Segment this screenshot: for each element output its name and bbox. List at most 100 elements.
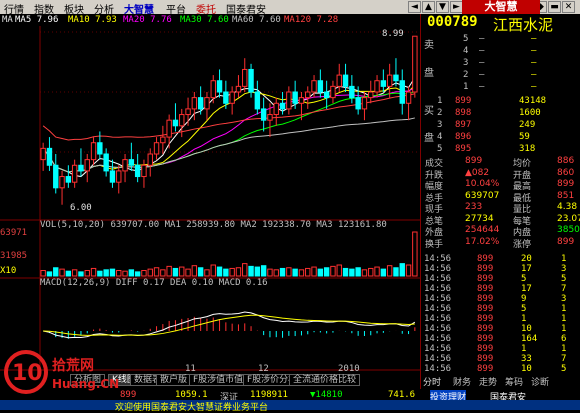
- status-change: ▼14810: [310, 390, 343, 400]
- vol-scale: X10: [0, 266, 17, 276]
- watermark-site: Huang.CN: [52, 377, 119, 391]
- stat-value: ▲082: [465, 167, 490, 178]
- stat-row: 幅度 10.04% 最高 899: [421, 179, 580, 192]
- chart-grid: [0, 26, 420, 372]
- sell-row: 2 — —: [421, 70, 580, 82]
- volume-bar: [393, 267, 399, 277]
- volume-bar: [380, 268, 387, 277]
- tick-volume: 1: [521, 314, 527, 324]
- stat-value: 385063: [557, 225, 580, 235]
- volume-bar: [53, 267, 59, 277]
- tick-count: 3: [561, 264, 567, 274]
- volume-bar: [141, 270, 147, 277]
- candle-body: [235, 85, 242, 93]
- tick-volume: 5: [521, 304, 527, 314]
- volume-bar: [336, 264, 342, 277]
- candle-body: [197, 97, 204, 110]
- tick-price: 899: [477, 294, 494, 304]
- tab-float-compare[interactable]: 全流通价格比较: [289, 374, 361, 386]
- candle-body: [223, 91, 229, 104]
- back-icon[interactable]: ◄: [408, 1, 421, 13]
- tick-count: 3: [561, 294, 567, 304]
- volume-bar: [399, 263, 405, 277]
- close-icon[interactable]: ✕: [562, 1, 575, 13]
- candle-body: [273, 102, 279, 116]
- down-icon[interactable]: ▼: [436, 1, 449, 13]
- candle-body: [210, 80, 216, 99]
- candle-body: [267, 114, 273, 121]
- candle-body: [216, 80, 223, 93]
- tick-volume: 10: [521, 324, 532, 334]
- candle-body: [97, 142, 103, 155]
- volume-bar: [210, 264, 216, 277]
- volume-bar: [361, 269, 368, 277]
- ma60-label: MA60 7.60: [232, 15, 281, 25]
- candle-body: [90, 142, 97, 161]
- menu-item-analysis[interactable]: 分析: [94, 1, 114, 16]
- sell-volume: —: [531, 58, 537, 68]
- tick-count: 1: [561, 254, 567, 264]
- tick-price: 899: [477, 324, 494, 334]
- sell-level: 1: [463, 82, 469, 92]
- kline-chart[interactable]: [0, 26, 420, 372]
- tick-volume: 33: [521, 354, 532, 364]
- tick-time: 14:56: [424, 334, 452, 344]
- tick-time: 14:56: [424, 354, 452, 364]
- candle-body: [279, 102, 286, 110]
- buy-row: 4 896 59: [421, 132, 580, 144]
- candle-body: [185, 108, 191, 116]
- candle-body: [254, 91, 261, 110]
- low-annotation: 6.00: [70, 203, 92, 213]
- menu-item-quotes[interactable]: 行情: [4, 1, 24, 16]
- menu-item-dzh[interactable]: 大智慧: [124, 1, 154, 16]
- buy-volume: 249: [519, 120, 536, 130]
- buy-row: 5 895 318: [421, 144, 580, 156]
- menu-bar: 行情 指数 板块 分析 大智慧 平台 委托 国泰君安 ◄ ▲ ▼ ► ▤ ◆ ▬…: [0, 0, 580, 16]
- svg-text:10: 10: [12, 361, 43, 386]
- tick-time: 14:56: [424, 314, 452, 324]
- volume-bar: [298, 269, 305, 277]
- stock-header: 000789 江西水泥: [421, 14, 580, 34]
- candle-body: [311, 80, 317, 93]
- volume-bar: [292, 268, 298, 277]
- buy-level: 3: [437, 120, 443, 130]
- tick-time: 14:56: [424, 284, 452, 294]
- buy-price: 895: [455, 144, 472, 154]
- menu-item-broker[interactable]: 国泰君安: [226, 1, 266, 16]
- tick-price: 899: [477, 264, 494, 274]
- candle-body: [65, 176, 72, 183]
- volume-bar: [412, 231, 418, 277]
- candle-body: [122, 159, 128, 172]
- vol-tick: 31985: [0, 251, 28, 261]
- stat-value: 899: [557, 236, 575, 247]
- candle-body: [53, 164, 59, 189]
- candle-body: [342, 74, 349, 87]
- menu-item-trade[interactable]: 委托: [196, 1, 216, 16]
- tick-volume: 5: [521, 274, 527, 284]
- candle-body: [179, 114, 185, 127]
- volume-bar: [242, 263, 248, 277]
- minimize-icon[interactable]: ▬: [548, 1, 561, 13]
- candle-body: [242, 68, 248, 87]
- tab-fstock-value[interactable]: F股涉值市值: [189, 374, 248, 386]
- sell-row: 5 — —: [421, 34, 580, 46]
- up-icon[interactable]: ▲: [422, 1, 435, 13]
- volume-bar: [305, 267, 311, 277]
- candle-body: [393, 74, 399, 82]
- candle-body: [380, 80, 387, 87]
- menu-item-platform[interactable]: 平台: [166, 1, 186, 16]
- stat-row: 总手 639707 最低 851: [421, 191, 580, 204]
- volume-bar: [273, 269, 279, 277]
- ma30-label: MA30 7.60: [180, 15, 229, 25]
- buy-price: 897: [455, 120, 472, 130]
- buy-price: 899: [455, 96, 472, 106]
- tick-count: 6: [561, 334, 567, 344]
- menu-item-sector[interactable]: 板块: [64, 1, 84, 16]
- quote-panel: 000789 江西水泥 卖 盘 买 盘 分时 财务 走势 筹码 诊断 5— —4—…: [420, 14, 580, 389]
- tick-count: 1: [561, 344, 567, 354]
- menu-item-index[interactable]: 指数: [34, 1, 54, 16]
- tick-row: 14:56 899 10 5: [421, 364, 580, 377]
- sell-price: —: [479, 70, 485, 80]
- tick-time: 14:56: [424, 324, 452, 334]
- stat-row: 外盘254644内盘385063: [421, 225, 580, 238]
